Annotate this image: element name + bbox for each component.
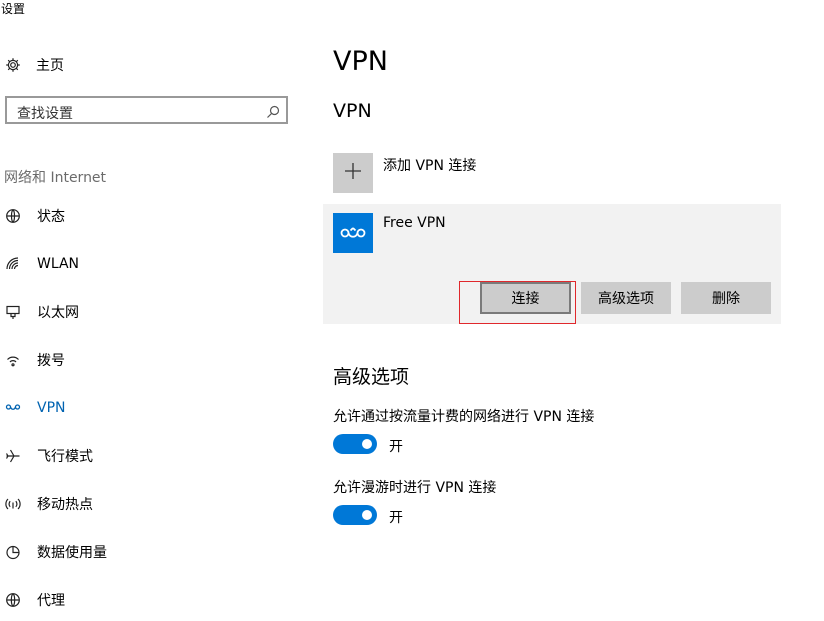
sidebar-item-label: 数据使用量 [37,545,107,561]
sidebar-item-vpn[interactable]: VPN [4,397,66,419]
window-title: 设置 [1,2,26,16]
vpn-connection-icon [333,213,373,253]
roaming-option-label: 允许漫游时进行 VPN 连接 [333,480,497,496]
vpn-icon [4,399,22,417]
sidebar-item-label: 以太网 [37,305,79,321]
metered-option-label: 允许通过按流量计费的网络进行 VPN 连接 [333,409,595,425]
search-placeholder: 查找设置 [17,106,73,122]
roaming-toggle-state: 开 [389,510,403,526]
advanced-options-button[interactable]: 高级选项 [581,282,671,314]
sidebar-item-ethernet[interactable]: 以太网 [4,301,79,323]
add-vpn-button[interactable] [333,153,373,193]
data-usage-icon [4,543,22,561]
sidebar-item-label: 拨号 [37,353,65,369]
connect-button[interactable]: 连接 [480,282,571,314]
metered-toggle[interactable] [333,434,377,454]
sidebar-home-label: 主页 [36,58,64,74]
sidebar-item-label: VPN [37,400,66,416]
globe-status-icon [4,207,22,225]
sidebar-item-label: 飞行模式 [37,449,93,465]
ethernet-icon [4,303,22,321]
wifi-icon [4,255,22,273]
search-icon[interactable] [266,104,280,118]
page-title: VPN [333,46,388,77]
gear-icon [4,56,22,74]
roaming-toggle[interactable] [333,505,377,525]
vpn-connection-name: Free VPN [383,215,446,231]
sidebar-item-hotspot[interactable]: 移动热点 [4,493,93,515]
advanced-options-title: 高级选项 [333,366,410,388]
sidebar-item-dialup[interactable]: 拨号 [4,349,65,371]
toggle-knob [362,510,372,520]
search-input[interactable]: 查找设置 [5,96,288,124]
metered-toggle-state: 开 [389,439,403,455]
sidebar-item-status[interactable]: 状态 [4,205,65,227]
sidebar-home[interactable]: 主页 [4,55,64,75]
section-title-vpn: VPN [333,100,372,122]
sidebar-item-label: 移动热点 [37,497,93,513]
sidebar-item-label: 状态 [37,209,65,225]
sidebar-item-airplane[interactable]: 飞行模式 [4,445,93,467]
sidebar-item-data-usage[interactable]: 数据使用量 [4,541,107,563]
dialup-icon [4,351,22,369]
add-vpn-label[interactable]: 添加 VPN 连接 [383,155,476,175]
sidebar-item-label: 代理 [37,593,65,609]
sidebar-section-label: 网络和 Internet [4,170,107,186]
delete-button[interactable]: 删除 [681,282,771,314]
proxy-globe-icon [4,591,22,609]
airplane-icon [4,447,22,465]
hotspot-icon [4,495,22,513]
sidebar-item-proxy[interactable]: 代理 [4,589,65,611]
sidebar-item-wlan[interactable]: WLAN [4,253,79,275]
sidebar-item-label: WLAN [37,256,80,272]
toggle-knob [362,439,372,449]
plus-icon [344,162,362,184]
